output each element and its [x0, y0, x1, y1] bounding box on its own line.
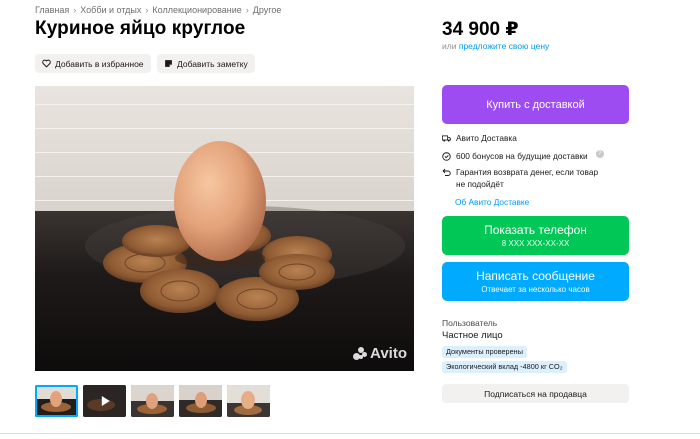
thumbnail-image [131, 385, 174, 417]
breadcrumb-separator: › [73, 5, 77, 15]
note-icon [165, 60, 172, 67]
about-delivery-link[interactable]: Об Авито Доставке [455, 197, 529, 207]
avito-watermark-text: Avito [370, 345, 407, 362]
bonus-text: 600 бонусов на будущие доставки [456, 151, 588, 161]
bonus-icon [442, 152, 451, 161]
buy-with-delivery-button[interactable]: Купить с доставкой [442, 85, 629, 124]
thumbnail-photo-1[interactable] [35, 385, 78, 417]
bonus-info: 600 бонусов на будущие доставки ? [442, 150, 604, 162]
breadcrumb-separator: › [145, 5, 149, 15]
play-icon [101, 396, 110, 406]
offer-price-link[interactable]: предложите свою цену [459, 41, 549, 51]
breadcrumb-hobby[interactable]: Хобби и отдых [80, 5, 141, 15]
offer-prefix: или [442, 41, 457, 51]
seller-role: Пользователь [442, 318, 498, 328]
write-message-button[interactable]: Написать сообщение Отвечает за несколько… [442, 262, 629, 301]
buy-with-delivery-label: Купить с доставкой [486, 98, 585, 111]
page-title: Куриное яйцо круглое [35, 18, 246, 39]
add-note-button[interactable]: Добавить заметку [157, 54, 255, 73]
write-message-label: Написать сообщение [476, 269, 595, 283]
help-icon[interactable]: ? [595, 150, 604, 158]
documents-verified-badge[interactable]: Документы проверены [442, 346, 527, 358]
thumbnail-photo-5[interactable] [227, 385, 270, 417]
add-to-favorites-label: Добавить в избранное [55, 58, 144, 69]
price: 34 900 ₽ [442, 19, 519, 40]
breadcrumb-home[interactable]: Главная [35, 5, 69, 15]
show-phone-button[interactable]: Показать телефон 8 XXX XXX-XX-XX [442, 216, 629, 255]
thumbnail-image [227, 385, 270, 417]
guarantee-line-1: Гарантия возврата денег, если товар [456, 167, 599, 177]
thumbnail-photo-3[interactable] [131, 385, 174, 417]
avito-watermark: Avito [353, 345, 407, 362]
phone-masked: 8 XXX XXX-XX-XX [501, 239, 570, 248]
thumbnail-strip [35, 385, 270, 417]
heart-icon [42, 59, 51, 68]
add-to-favorites-button[interactable]: Добавить в избранное [35, 54, 151, 73]
thumbnail-image [35, 385, 78, 417]
thumbnail-video[interactable] [83, 385, 126, 417]
add-note-label: Добавить заметку [177, 58, 248, 69]
guarantee-line-2: не подойдёт [456, 179, 504, 189]
return-arrow-icon [442, 168, 451, 176]
main-photo[interactable]: Avito [35, 86, 414, 371]
breadcrumb-collecting[interactable]: Коллекционирование [152, 5, 241, 15]
show-phone-label: Показать телефон [484, 223, 587, 237]
divider [0, 433, 700, 434]
guarantee-text: Гарантия возврата денег, если товар не п… [456, 166, 598, 190]
thumbnail-photo-4[interactable] [179, 385, 222, 417]
avito-logo-icon [353, 347, 368, 360]
guarantee-info: Гарантия возврата денег, если товар не п… [442, 166, 598, 190]
price-offer: или предложите свою цену [442, 41, 549, 51]
truck-icon [442, 135, 451, 142]
egg-on-wood-slices-image [35, 86, 414, 371]
breadcrumb-other[interactable]: Другое [253, 5, 282, 15]
delivery-service-info: Авито Доставка [442, 132, 517, 144]
reply-time: Отвечает за несколько часов [481, 285, 590, 294]
seller-type[interactable]: Частное лицо [442, 330, 503, 341]
eco-contribution-badge[interactable]: Экологический вклад -4800 кг CO₂ [442, 361, 567, 373]
subscribe-seller-label: Подписаться на продавца [484, 388, 587, 399]
breadcrumb-separator: › [245, 5, 249, 15]
delivery-service-text: Авито Доставка [456, 133, 517, 143]
thumbnail-image [179, 385, 222, 417]
breadcrumb: Главная › Хобби и отдых › Коллекциониров… [35, 5, 281, 15]
subscribe-seller-button[interactable]: Подписаться на продавца [442, 384, 629, 403]
